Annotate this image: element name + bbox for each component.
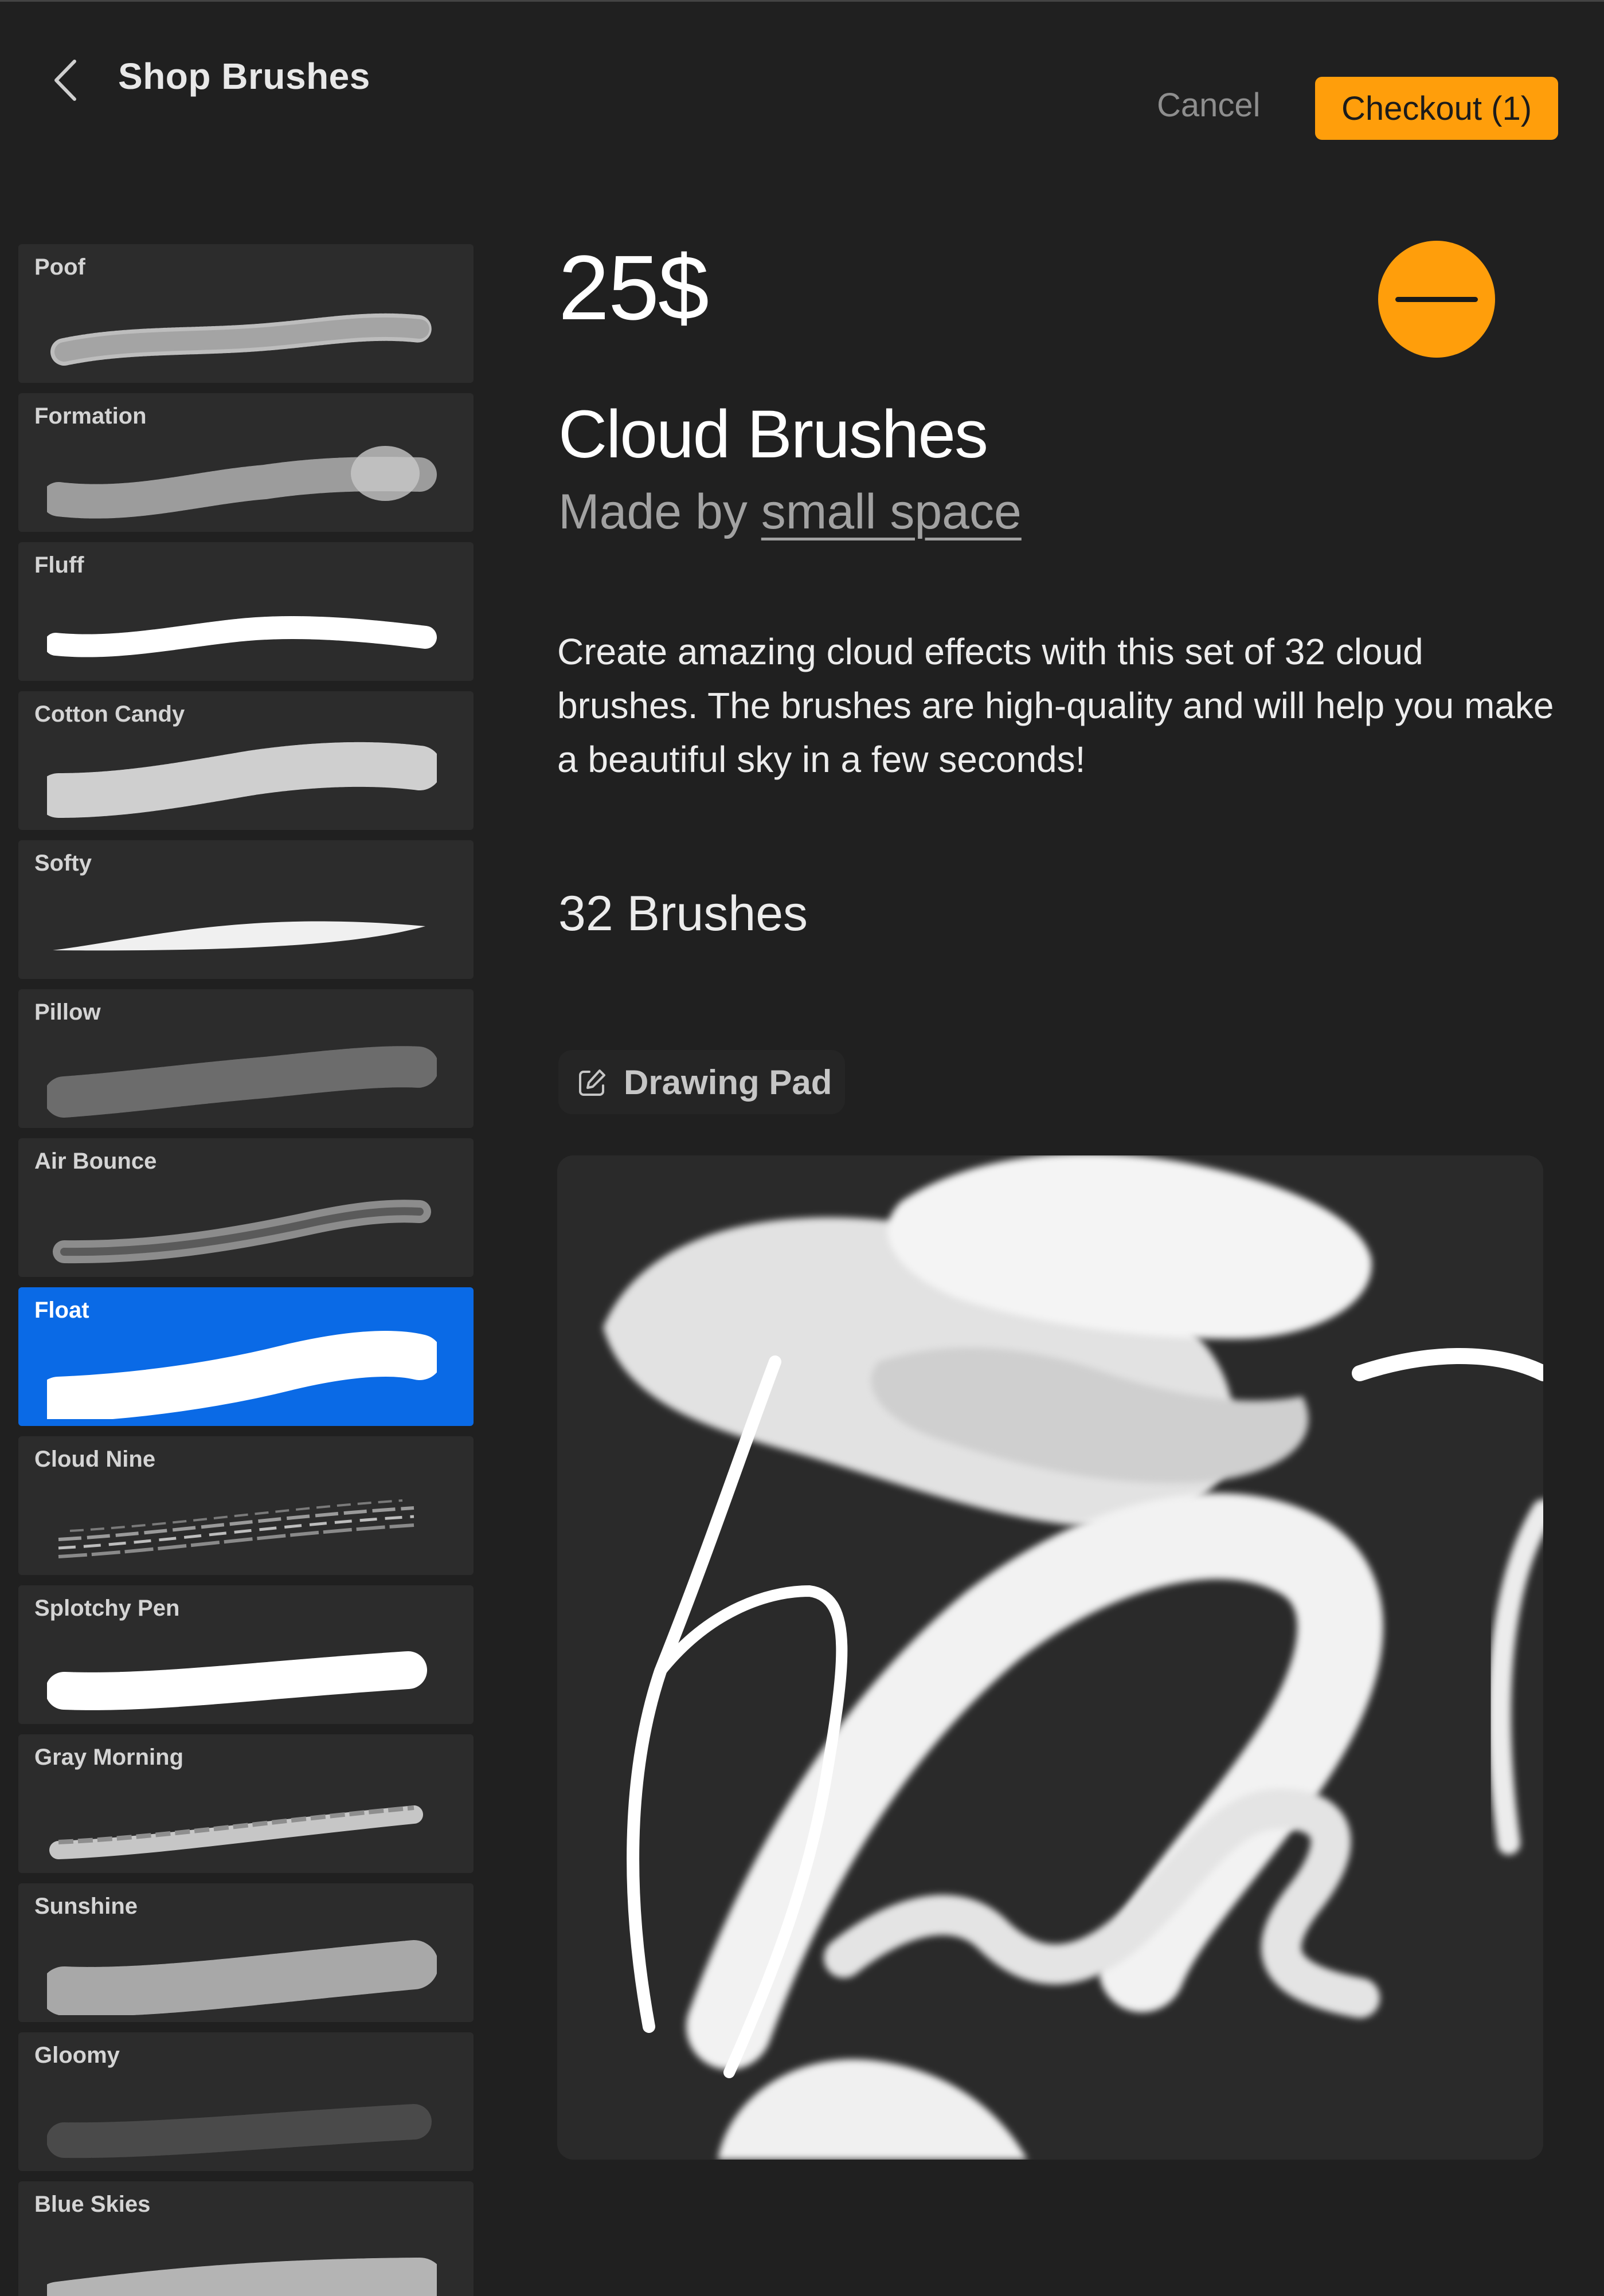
minus-icon	[1395, 297, 1478, 302]
brush-name: Gloomy	[34, 2043, 120, 2068]
top-border	[0, 0, 1604, 2]
brush-item-formation[interactable]: Formation	[18, 393, 474, 532]
brush-name: Float	[34, 1298, 89, 1323]
brush-stroke-preview	[58, 1499, 414, 1558]
brush-item-cloud-nine[interactable]: Cloud Nine	[18, 1436, 474, 1575]
brush-name: Formation	[34, 403, 147, 429]
brush-stroke-preview	[53, 921, 425, 951]
brush-item-float[interactable]: Float	[18, 1287, 474, 1426]
brush-name: Fluff	[34, 553, 84, 578]
brush-stroke-preview	[47, 616, 437, 657]
brush-name: Gray Morning	[34, 1745, 184, 1770]
brush-name: Sunshine	[34, 1894, 138, 1919]
brush-stroke-preview	[47, 2258, 437, 2296]
brush-item-splotchy-pen[interactable]: Splotchy Pen	[18, 1585, 474, 1724]
brush-name: Blue Skies	[34, 2192, 151, 2217]
product-title: Cloud Brushes	[558, 397, 988, 472]
brush-stroke-preview	[47, 1940, 437, 2015]
brush-stroke-preview	[47, 1046, 437, 1118]
brush-item-pillow[interactable]: Pillow	[18, 989, 474, 1128]
brush-stroke-preview	[47, 1331, 437, 1419]
brush-name: Cloud Nine	[34, 1447, 156, 1472]
author-link[interactable]: small space	[761, 484, 1022, 539]
brush-stroke-preview	[47, 742, 437, 818]
made-by-line: Made by small space	[558, 484, 1022, 540]
brush-name: Softy	[34, 851, 92, 876]
brush-item-sunshine[interactable]: Sunshine	[18, 1883, 474, 2022]
brush-stroke-preview	[49, 1805, 423, 1859]
product-description: Create amazing cloud effects with this s…	[557, 631, 1554, 780]
brush-name: Cotton Candy	[34, 702, 185, 727]
brush-stroke-preview	[53, 1200, 431, 1264]
brush-stroke-preview	[50, 313, 433, 366]
brush-item-blue-skies[interactable]: Blue Skies	[18, 2181, 474, 2296]
brush-name: Air Bounce	[34, 1149, 157, 1174]
cancel-button[interactable]: Cancel	[1157, 86, 1261, 124]
brush-item-poof[interactable]: Poof	[18, 244, 474, 383]
checkout-button[interactable]: Checkout (1)	[1315, 77, 1558, 140]
chevron-left-icon	[54, 60, 76, 101]
brush-count: 32 Brushes	[558, 886, 808, 941]
drawing-pad-button[interactable]: Drawing Pad	[558, 1050, 845, 1114]
back-button[interactable]	[46, 54, 86, 106]
brush-item-air-bounce[interactable]: Air Bounce	[18, 1138, 474, 1277]
brush-stroke-preview	[47, 446, 437, 519]
brush-item-gray-morning[interactable]: Gray Morning	[18, 1734, 474, 1873]
remove-from-cart-button[interactable]	[1378, 241, 1495, 358]
brush-item-gloomy[interactable]: Gloomy	[18, 2032, 474, 2171]
brush-name: Poof	[34, 254, 85, 280]
brush-stroke-preview	[47, 2104, 432, 2158]
page-title: Shop Brushes	[118, 56, 370, 97]
brush-item-softy[interactable]: Softy	[18, 840, 474, 979]
brush-name: Pillow	[34, 1000, 101, 1025]
drawing-pad-label: Drawing Pad	[624, 1063, 832, 1102]
brush-name: Splotchy Pen	[34, 1596, 180, 1621]
made-by-prefix: Made by	[558, 484, 761, 539]
brush-item-fluff[interactable]: Fluff	[18, 542, 474, 681]
price-label: 25$	[558, 236, 709, 339]
edit-icon	[579, 1069, 605, 1096]
brush-preview-canvas	[557, 1155, 1543, 2160]
cloud-brush-sample-strokes	[557, 1155, 1543, 2160]
brush-stroke-preview	[47, 1651, 427, 1710]
brush-item-cotton-candy[interactable]: Cotton Candy	[18, 691, 474, 830]
brush-list: Poof Formation Fluff Cotton Candy Softy …	[18, 244, 474, 2296]
